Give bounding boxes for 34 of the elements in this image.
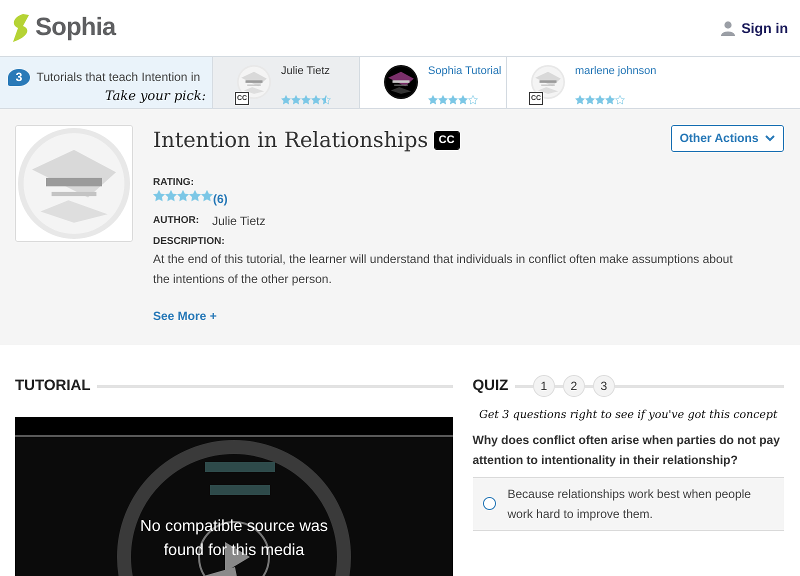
logo-icon [10, 13, 32, 43]
radio-button[interactable] [482, 497, 496, 510]
logo-text[interactable]: Sophia [35, 9, 116, 47]
quiz-question: Why does conflict often arise when parties do not pay attention to intentionality in their relationship? [472, 432, 781, 469]
question-step[interactable]: 2 [562, 375, 585, 398]
author-name: Julie Tietz [212, 212, 266, 230]
quiz-heading: QUIZ [472, 376, 508, 396]
rating-count[interactable]: (6) [213, 190, 228, 208]
sign-in-link[interactable]: Sign in [720, 18, 788, 38]
answer-option[interactable]: Because relationships work best when people work hard to improve them. [472, 476, 784, 530]
description-label: DESCRIPTION: [153, 235, 226, 249]
tutorial-title: Intention in Relationships [153, 127, 428, 154]
rating-label: RATING: [153, 176, 195, 190]
chevron-down-icon [765, 135, 775, 142]
pick-text: Take your pick: [104, 89, 206, 104]
author-name[interactable]: marlene johnson [575, 63, 656, 80]
author-label: AUTHOR: [153, 214, 200, 228]
user-icon [720, 20, 735, 36]
question-step[interactable]: 3 [592, 375, 615, 398]
tutorial-heading: TUTORIAL [15, 376, 91, 396]
answer-text: Because relationships work best when people work hard to improve them. [508, 486, 752, 522]
promo-text: Tutorials that teach Intention in [36, 69, 200, 86]
video-error-message: No compatible source was found for this media [139, 517, 329, 561]
cc-badge: CC [434, 132, 459, 150]
question-step[interactable]: 1 [532, 375, 555, 398]
other-actions-button[interactable]: Other Actions [670, 125, 784, 152]
author-name[interactable]: Sophia Tutorial [428, 63, 502, 80]
see-more-link[interactable]: See More + [153, 307, 217, 325]
author-name[interactable]: Julie Tietz [281, 63, 331, 80]
count-badge: 3 [8, 68, 30, 86]
quiz-tagline: Get 3 questions right to see if you've got this concept [479, 408, 778, 421]
video-player[interactable]: No compatible source was found for this media [15, 417, 453, 576]
tutorial-card[interactable]: Sophia Tutorial [360, 57, 507, 108]
description-text: At the end of this tutorial, the learner will understand that individuals in conflict often make assumptions about the intentions of the other person. [153, 251, 734, 288]
